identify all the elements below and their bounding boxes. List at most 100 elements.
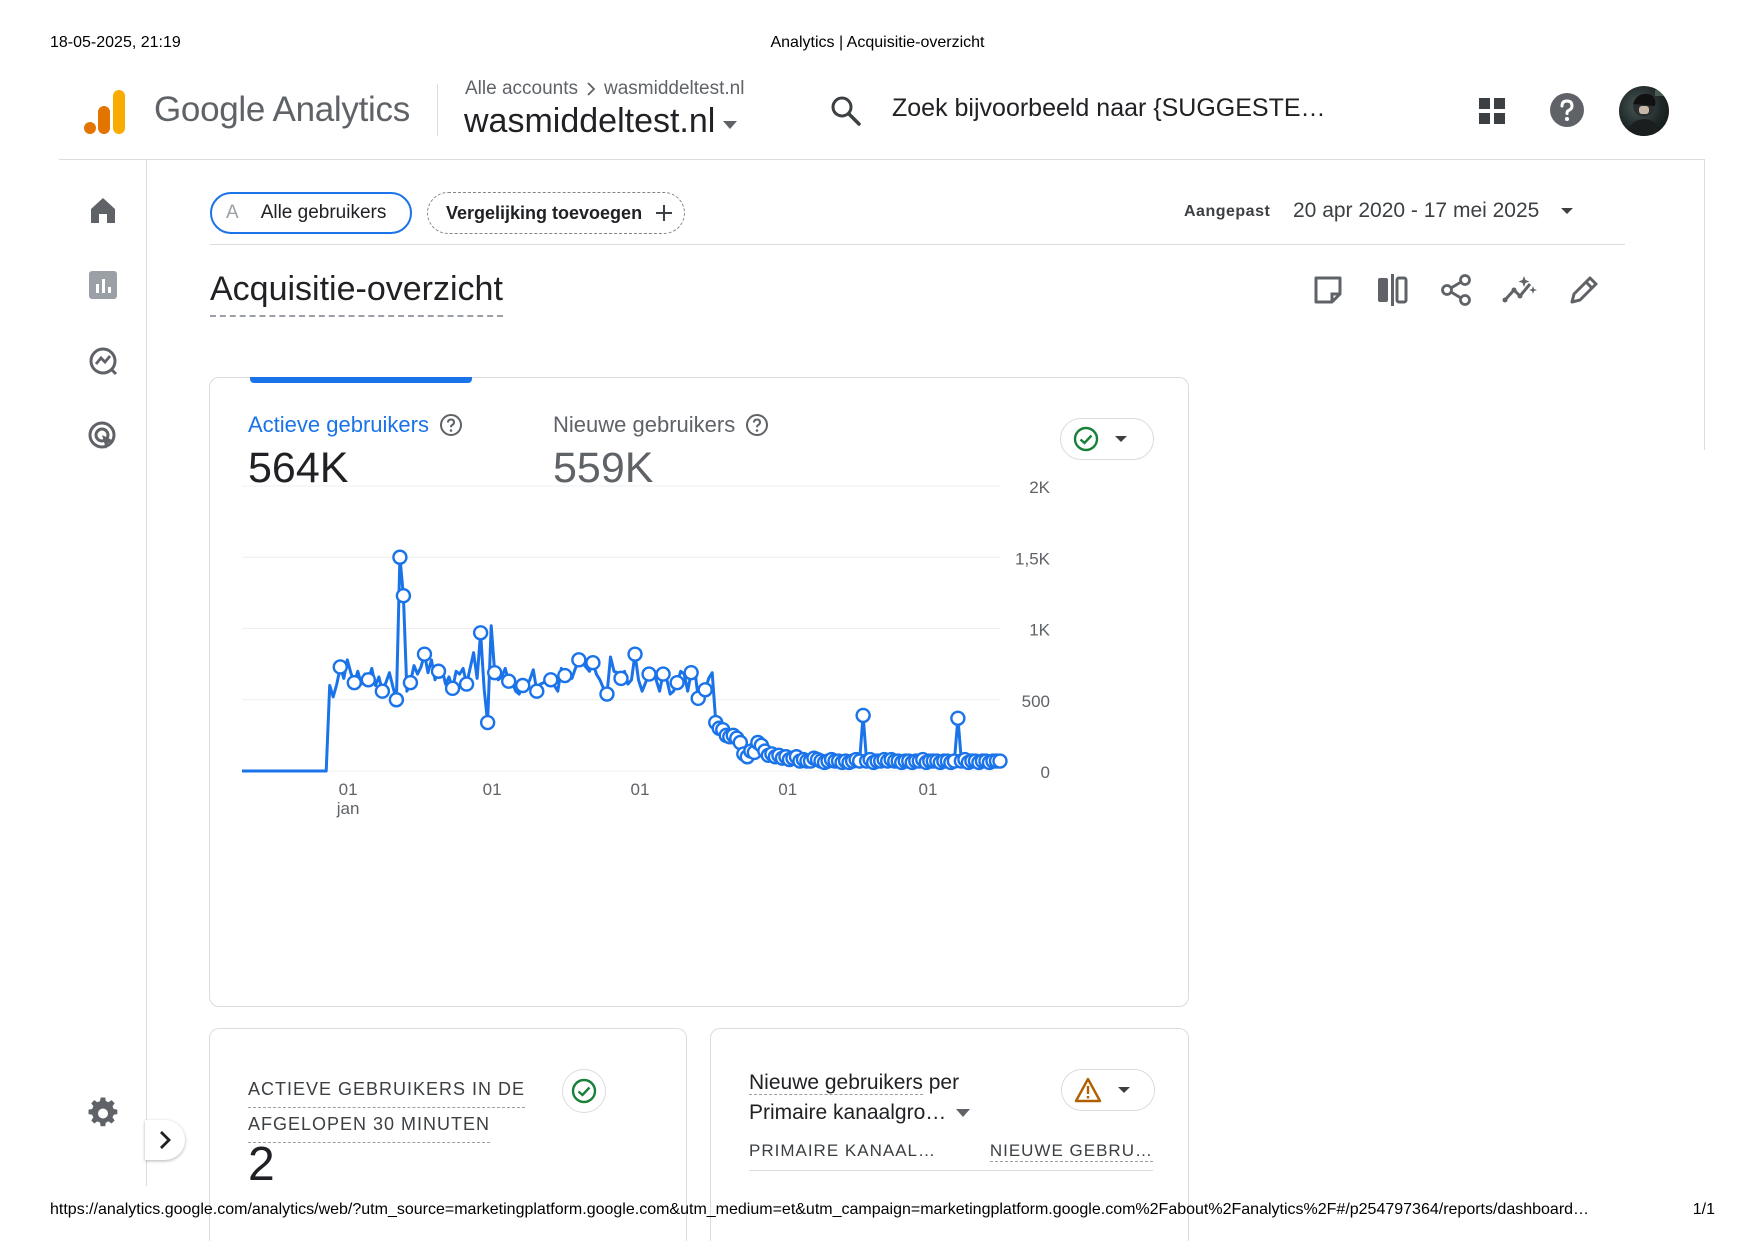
data-point <box>395 588 412 604</box>
data-point <box>360 672 377 688</box>
print-url: https://analytics.google.com/analytics/w… <box>50 1201 1590 1218</box>
data-point <box>392 549 408 565</box>
data-point <box>669 674 685 691</box>
data-point <box>641 666 657 682</box>
help-icon[interactable] <box>1549 92 1585 128</box>
data-point <box>388 692 405 708</box>
apps-grid-icon[interactable] <box>1477 96 1507 126</box>
data-point <box>458 676 475 692</box>
data-point <box>332 659 348 675</box>
x-tick-label: 01 <box>919 780 938 799</box>
x-tick-label: 01 <box>483 780 502 799</box>
channel-title-suffix: per <box>922 1071 960 1094</box>
realtime-title-line2: AFGELOPEN 30 MINUTEN <box>248 1108 491 1143</box>
realtime-title[interactable]: ACTIEVE GEBRUIKERS IN DE AFGELOPEN 30 MI… <box>248 1073 526 1143</box>
data-point <box>571 652 587 668</box>
x-tick-label: jan <box>336 799 360 818</box>
data-point <box>529 683 545 699</box>
expand-nav-button[interactable] <box>145 1120 185 1160</box>
search-input[interactable]: Zoek bijvoorbeeld naar {SUGGESTE… <box>892 94 1326 123</box>
date-range-type: Aangepast <box>1184 203 1271 220</box>
chevron-down-icon <box>1118 1087 1130 1093</box>
data-quality-warning-button[interactable] <box>1061 1069 1155 1111</box>
acquisition-chart-card: Actieve gebruikers 564K Nieuwe gebruiker… <box>209 377 1189 1007</box>
data-point <box>430 663 447 679</box>
right-panel-border <box>1704 160 1705 450</box>
explore-icon[interactable] <box>87 345 119 377</box>
channel-card-title[interactable]: Nieuwe gebruikers per <box>749 1071 959 1095</box>
side-navigation <box>59 160 147 1186</box>
report-toolbar <box>1310 272 1602 308</box>
data-point <box>627 646 643 662</box>
dimension-selector[interactable]: Primaire kanaalgro… <box>749 1101 971 1125</box>
data-point <box>855 707 871 724</box>
property-name: wasmiddeltest.nl <box>464 102 716 140</box>
page-title[interactable]: Acquisitie-overzicht <box>210 270 503 317</box>
edit-pencil-icon[interactable] <box>1566 272 1602 308</box>
data-point <box>501 673 517 689</box>
x-tick-label: 01 <box>778 780 797 799</box>
data-point <box>374 683 391 699</box>
data-point <box>950 710 966 726</box>
share-icon[interactable] <box>1438 272 1474 308</box>
data-point <box>515 677 531 694</box>
segment-label: Alle gebruikers <box>260 202 387 223</box>
y-tick-label: 2K <box>1029 478 1050 497</box>
data-point <box>416 646 433 662</box>
active-users-line-chart[interactable]: 05001K1,5K2K01jan01 01 01 01 <box>210 378 1190 1008</box>
check-circle-icon <box>571 1078 597 1104</box>
app-name: Google Analytics <box>154 90 410 129</box>
chevron-right-icon <box>587 82 596 96</box>
y-tick-label: 1K <box>1029 621 1050 640</box>
data-point <box>585 655 601 671</box>
data-point <box>479 714 496 731</box>
x-tick-label: 01 <box>339 780 358 799</box>
account-avatar[interactable] <box>1619 86 1669 136</box>
breadcrumb-accounts[interactable]: Alle accounts <box>465 78 578 100</box>
advertising-icon[interactable] <box>87 420 119 452</box>
data-point <box>346 674 362 691</box>
column-header-channel[interactable]: PRIMAIRE KANAAL… <box>749 1141 936 1162</box>
header-divider <box>437 84 438 136</box>
breadcrumb[interactable]: Alle accounts wasmiddeltest.nl <box>465 78 744 100</box>
series-line <box>242 555 1000 773</box>
chevron-down-icon <box>956 1109 971 1117</box>
property-selector[interactable]: wasmiddeltest.nl <box>464 102 738 141</box>
data-point <box>613 670 629 687</box>
search-icon[interactable] <box>829 94 863 128</box>
data-quality-ok-button[interactable] <box>562 1069 606 1113</box>
plus-icon <box>656 205 673 221</box>
add-comparison-button[interactable]: Vergelijking toevoegen <box>427 192 685 234</box>
chevron-down-icon <box>723 120 738 129</box>
data-point <box>543 672 559 688</box>
note-icon[interactable] <box>1310 272 1346 308</box>
date-range-picker[interactable]: 20 apr 2020 - 17 mei 2025 <box>1293 199 1574 223</box>
data-point <box>683 664 699 681</box>
google-analytics-logo-icon[interactable] <box>83 88 127 136</box>
x-tick-label: 01 <box>630 780 649 799</box>
insights-sparkle-icon[interactable] <box>1502 272 1538 308</box>
realtime-title-line1: ACTIEVE GEBRUIKERS IN DE <box>248 1073 526 1108</box>
breadcrumb-property[interactable]: wasmiddeltest.nl <box>604 78 744 100</box>
data-point <box>655 666 671 682</box>
column-header-new-users[interactable]: NIEUWE GEBRU… <box>989 1141 1153 1162</box>
data-point <box>697 682 713 698</box>
segment-chip[interactable]: A Alle gebruikers <box>210 192 412 234</box>
y-tick-label: 1,5K <box>1015 549 1051 568</box>
data-point <box>444 680 461 697</box>
channel-table-header: PRIMAIRE KANAAL… NIEUWE GEBRU… <box>749 1141 1153 1171</box>
data-point <box>557 667 573 684</box>
home-icon[interactable] <box>87 194 119 226</box>
compare-columns-icon[interactable] <box>1374 272 1410 308</box>
realtime-value: 2 <box>248 1138 275 1191</box>
reports-icon[interactable] <box>87 269 119 301</box>
chevron-down-icon <box>1561 208 1574 214</box>
data-point <box>992 753 1008 769</box>
top-app-bar: Google Analytics Alle accounts wasmiddel… <box>59 70 1705 160</box>
data-point <box>599 686 615 702</box>
print-title: Analytics | Acquisitie-overzicht <box>770 34 985 51</box>
dimension-label: Primaire kanaalgro… <box>749 1101 947 1124</box>
warning-triangle-icon <box>1074 1077 1102 1103</box>
y-tick-label: 0 <box>1041 763 1050 782</box>
settings-gear-icon[interactable] <box>87 1097 119 1129</box>
